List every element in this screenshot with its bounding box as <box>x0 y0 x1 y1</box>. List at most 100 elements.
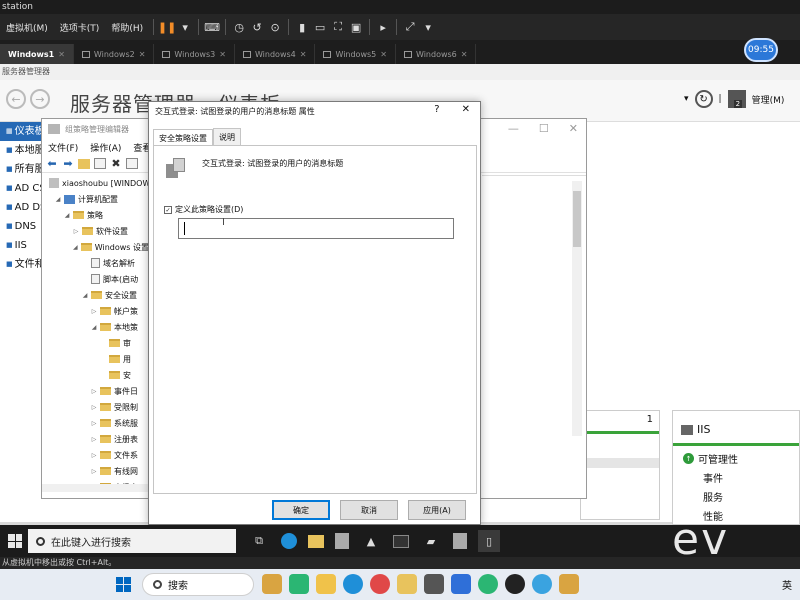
file-explorer-icon[interactable] <box>397 574 417 594</box>
revert-snapshot-icon[interactable]: ↺ <box>248 18 266 36</box>
expand-toggle-icon[interactable]: ▷ <box>91 452 97 459</box>
horizontal-scrollbar[interactable] <box>42 484 150 492</box>
tree-item[interactable]: ▷ 有线网 <box>42 463 149 479</box>
vertical-scrollbar[interactable] <box>572 181 582 436</box>
tree-item[interactable]: 安 <box>42 367 149 383</box>
netease-music-icon[interactable] <box>370 574 390 594</box>
browser-icon[interactable] <box>532 574 552 594</box>
snapshot-icon[interactable]: ◷ <box>230 18 248 36</box>
tree-item[interactable]: 域名解析 <box>42 255 149 271</box>
close-icon[interactable]: ✕ <box>380 50 387 59</box>
sidebar-item-dashboard[interactable]: ▦ 仪表板 <box>0 122 46 141</box>
tile-row-events[interactable]: 事件 <box>703 470 723 485</box>
tab-windows4[interactable]: Windows4 ✕ <box>235 44 316 64</box>
cancel-button[interactable]: 取消 <box>340 500 398 520</box>
define-policy-checkbox[interactable]: ✓ 定义此策略设置(D) <box>164 204 243 215</box>
expand-toggle-icon[interactable]: ◢ <box>64 212 70 219</box>
command-prompt-icon[interactable] <box>393 534 409 548</box>
expand-toggle-icon[interactable]: ▷ <box>91 388 97 395</box>
tab-explain[interactable]: 说明 <box>213 128 241 146</box>
unity-icon[interactable]: ▣ <box>347 18 365 36</box>
menu-file[interactable]: 文件(F) <box>42 141 84 154</box>
refresh-icon[interactable]: ↻ <box>694 90 713 108</box>
up-folder-icon[interactable] <box>78 158 90 169</box>
tab-windows3[interactable]: Windows3 ✕ <box>154 44 235 64</box>
powershell-icon[interactable]: ▲ <box>360 530 382 552</box>
forward-icon[interactable]: → <box>30 89 50 109</box>
menu-action[interactable]: 操作(A) <box>84 141 127 154</box>
windows-start-icon[interactable] <box>116 577 131 592</box>
wechat-icon[interactable] <box>289 574 309 594</box>
menu-help[interactable]: 帮助(H) <box>105 21 149 34</box>
checkbox-checked-icon[interactable]: ✓ <box>164 205 172 214</box>
help-icon[interactable]: ? <box>434 104 439 115</box>
chevron-down-icon[interactable]: ▾ <box>684 94 689 104</box>
back-arrow-icon[interactable]: ⬅ <box>46 157 58 170</box>
dog-widget-icon[interactable] <box>262 574 282 594</box>
role-tile[interactable]: 1 <box>580 410 660 520</box>
scrollbar-thumb[interactable] <box>573 191 581 247</box>
message-title-input[interactable] <box>178 218 454 239</box>
tree-item[interactable]: ▷ 系统服 <box>42 415 149 431</box>
tree-item[interactable]: 用 <box>42 351 149 367</box>
windows-start-icon[interactable] <box>8 534 22 548</box>
tree-item[interactable]: ◢ 安全设置 <box>42 287 149 303</box>
close-icon[interactable]: ✕ <box>569 122 578 135</box>
close-icon[interactable]: ✕ <box>462 104 470 115</box>
back-icon[interactable]: ← <box>6 89 26 109</box>
forward-arrow-icon[interactable]: ➡ <box>62 157 74 170</box>
notification-flag-icon[interactable]: 2 <box>727 90 746 108</box>
chevron-down-icon[interactable]: ▾ <box>419 18 437 36</box>
tree-item[interactable]: ▷ 文件系 <box>42 447 149 463</box>
expand-toggle-icon[interactable]: ◢ <box>55 196 61 203</box>
tree-item[interactable]: ▷ 受限制 <box>42 399 149 415</box>
close-icon[interactable]: ✕ <box>58 50 65 59</box>
menu-tabs[interactable]: 选项卡(T) <box>54 21 106 34</box>
chevron-down-icon[interactable]: ▾ <box>176 18 194 36</box>
fullscreen-icon[interactable]: ⛶ <box>329 18 347 36</box>
maximize-icon[interactable]: ☐ <box>539 122 549 135</box>
show-hide-tree-icon[interactable] <box>94 158 106 169</box>
tree-item[interactable]: ▷ 帐户策 <box>42 303 149 319</box>
sidebar-item-file-storage[interactable]: ■文件和存 <box>0 255 46 274</box>
guest-search-box[interactable]: 在此键入进行搜索 <box>28 529 236 553</box>
manage-menu[interactable]: 管理(M) <box>752 93 785 106</box>
expand-toggle-icon[interactable]: ◢ <box>91 324 97 331</box>
ok-button[interactable]: 确定 <box>272 500 330 520</box>
workstation-icon[interactable] <box>559 574 579 594</box>
close-icon[interactable]: ✕ <box>219 50 226 59</box>
tile-row-services[interactable]: 服务 <box>703 489 723 504</box>
edge-icon[interactable] <box>343 574 363 594</box>
expand-toggle-icon[interactable]: ▷ <box>91 468 97 475</box>
video-player-icon[interactable] <box>451 574 471 594</box>
properties-icon[interactable] <box>126 158 138 169</box>
expand-toggle-icon[interactable]: ▷ <box>91 404 97 411</box>
eraser-icon[interactable]: ▰ <box>420 530 442 552</box>
send-keys-icon[interactable]: ⌨ <box>203 18 221 36</box>
notes-icon[interactable]: ▯ <box>478 530 500 552</box>
library-view-icon[interactable]: ▮ <box>293 18 311 36</box>
tree-item[interactable]: ▷ 事件日 <box>42 383 149 399</box>
server-manager-icon[interactable] <box>335 533 349 549</box>
tree-item[interactable]: xiaoshoubu [WINDOWS <box>42 175 149 191</box>
minimize-icon[interactable]: — <box>508 122 519 135</box>
policy-tool-icon[interactable] <box>453 533 467 549</box>
tab-windows6[interactable]: Windows6 ✕ <box>396 44 477 64</box>
expand-toggle-icon[interactable]: ◢ <box>73 244 78 251</box>
thumbnail-view-icon[interactable]: ▭ <box>311 18 329 36</box>
menu-vm[interactable]: 虚拟机(M) <box>0 21 54 34</box>
expand-toggle-icon[interactable]: ▷ <box>91 420 97 427</box>
expand-toggle-icon[interactable]: ▷ <box>91 308 97 315</box>
tree-item[interactable]: ▷ 注册表 <box>42 431 149 447</box>
sidebar-item-ad-ds[interactable]: ■ AD DS <box>0 198 46 217</box>
pause-icon[interactable]: ❚❚ <box>158 18 176 36</box>
tree-item[interactable]: ▷ 软件设置 <box>42 223 149 239</box>
file-explorer-icon[interactable] <box>308 534 324 548</box>
close-icon[interactable]: ✕ <box>461 50 468 59</box>
tree-item[interactable]: 审 <box>42 335 149 351</box>
tab-windows2[interactable]: Windows2 ✕ <box>74 44 155 64</box>
tab-windows1[interactable]: Windows1 ✕ <box>0 44 74 64</box>
delete-icon[interactable]: ✖ <box>110 157 122 170</box>
iis-tile[interactable]: IIS ↑ 可管理性 事件 服务 性能 <box>672 410 800 525</box>
tree-item[interactable]: ◢ 计算机配置 <box>42 191 149 207</box>
